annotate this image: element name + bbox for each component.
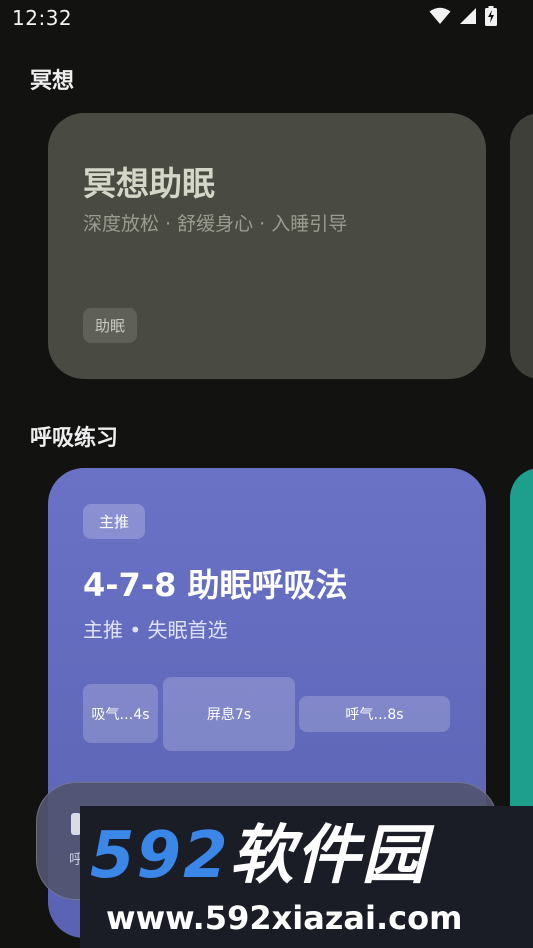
watermark-digits: 592: [90, 819, 230, 893]
meditation-card[interactable]: 冥想助眠 深度放松 · 舒缓身心 · 入睡引导 助眠: [48, 113, 486, 379]
meditation-next-card[interactable]: [510, 113, 533, 379]
breathing-card-title: 4-7-8 助眠呼吸法: [83, 566, 348, 604]
breathing-card-subtitle: 主推 • 失眠首选: [83, 618, 228, 642]
status-bar: 12:32: [0, 0, 533, 38]
wifi-icon: [429, 7, 451, 24]
cellular-signal-icon: [460, 8, 476, 24]
phase-exhale: 呼气…8s: [299, 696, 450, 732]
status-time: 12:32: [12, 6, 73, 30]
watermark-url: www.592xiazai.com: [106, 899, 463, 937]
section-title-meditation: 冥想: [30, 69, 75, 94]
phase-hold: 屏息7s: [163, 677, 295, 751]
watermark-overlay: 592软件园 www.592xiazai.com: [80, 806, 533, 948]
battery-charging-icon: [485, 6, 497, 26]
section-title-breathing: 呼吸练习: [30, 426, 119, 451]
app-screen: 12:32 冥想 冥想助眠 深度放松 · 舒缓身心 · 入睡引导 助眠 呼吸练习…: [0, 0, 533, 948]
phase-inhale: 吸气…4s: [83, 684, 158, 743]
breathing-card-tag: 主推: [83, 504, 146, 539]
watermark-brand: 软件园: [229, 819, 428, 893]
status-icons: [429, 6, 497, 26]
meditation-card-title: 冥想助眠: [83, 164, 215, 203]
meditation-card-subtitle: 深度放松 · 舒缓身心 · 入睡引导: [83, 213, 348, 235]
watermark-logo: 592软件园: [90, 820, 428, 892]
meditation-card-tag: 助眠: [83, 308, 138, 343]
